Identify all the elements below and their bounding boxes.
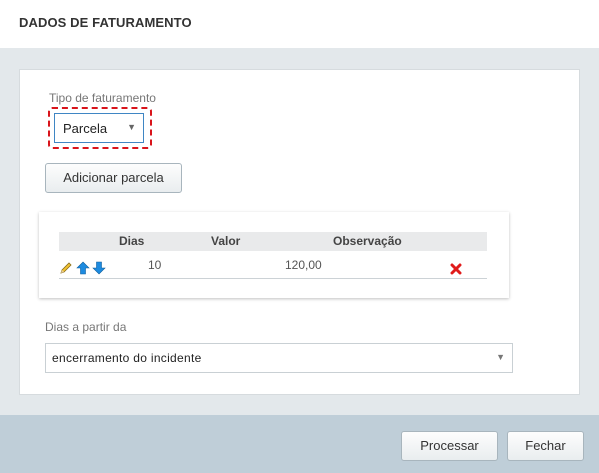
close-button[interactable]: Fechar bbox=[507, 431, 584, 461]
column-header-observacao: Observação bbox=[333, 234, 402, 248]
days-from-value: encerramento do incidente bbox=[52, 351, 202, 365]
table-header: Dias Valor Observação bbox=[59, 232, 487, 251]
days-from-select[interactable]: encerramento do incidente ▼ bbox=[45, 343, 513, 373]
billing-type-value: Parcela bbox=[63, 121, 108, 136]
table-row: 10 120,00 bbox=[59, 253, 487, 279]
dialog-content: Tipo de faturamento Parcela ▼ Adicionar … bbox=[0, 48, 599, 415]
process-button[interactable]: Processar bbox=[401, 431, 498, 461]
dialog-footer: Processar Fechar bbox=[0, 415, 599, 473]
cell-dias: 10 bbox=[148, 258, 162, 272]
billing-form-card: Tipo de faturamento Parcela ▼ Adicionar … bbox=[19, 69, 580, 395]
billing-type-label: Tipo de faturamento bbox=[49, 91, 156, 105]
dialog-title: DADOS DE FATURAMENTO bbox=[19, 15, 192, 30]
edit-pencil-icon[interactable] bbox=[59, 261, 73, 275]
dropdown-arrow-icon: ▼ bbox=[127, 122, 136, 132]
cell-valor: 120,00 bbox=[285, 258, 322, 272]
move-up-arrow-icon[interactable] bbox=[76, 261, 90, 275]
move-down-arrow-icon[interactable] bbox=[92, 261, 106, 275]
add-installment-button[interactable]: Adicionar parcela bbox=[45, 163, 182, 193]
installments-table: Dias Valor Observação 10 120,00 bbox=[39, 212, 509, 298]
column-header-valor: Valor bbox=[211, 234, 241, 248]
column-header-dias: Dias bbox=[119, 234, 145, 248]
delete-icon[interactable] bbox=[450, 263, 462, 275]
dialog-header: DADOS DE FATURAMENTO bbox=[0, 0, 599, 48]
dropdown-arrow-icon: ▼ bbox=[496, 352, 505, 362]
billing-type-select[interactable]: Parcela ▼ bbox=[54, 113, 144, 143]
days-from-label: Dias a partir da bbox=[45, 320, 127, 334]
